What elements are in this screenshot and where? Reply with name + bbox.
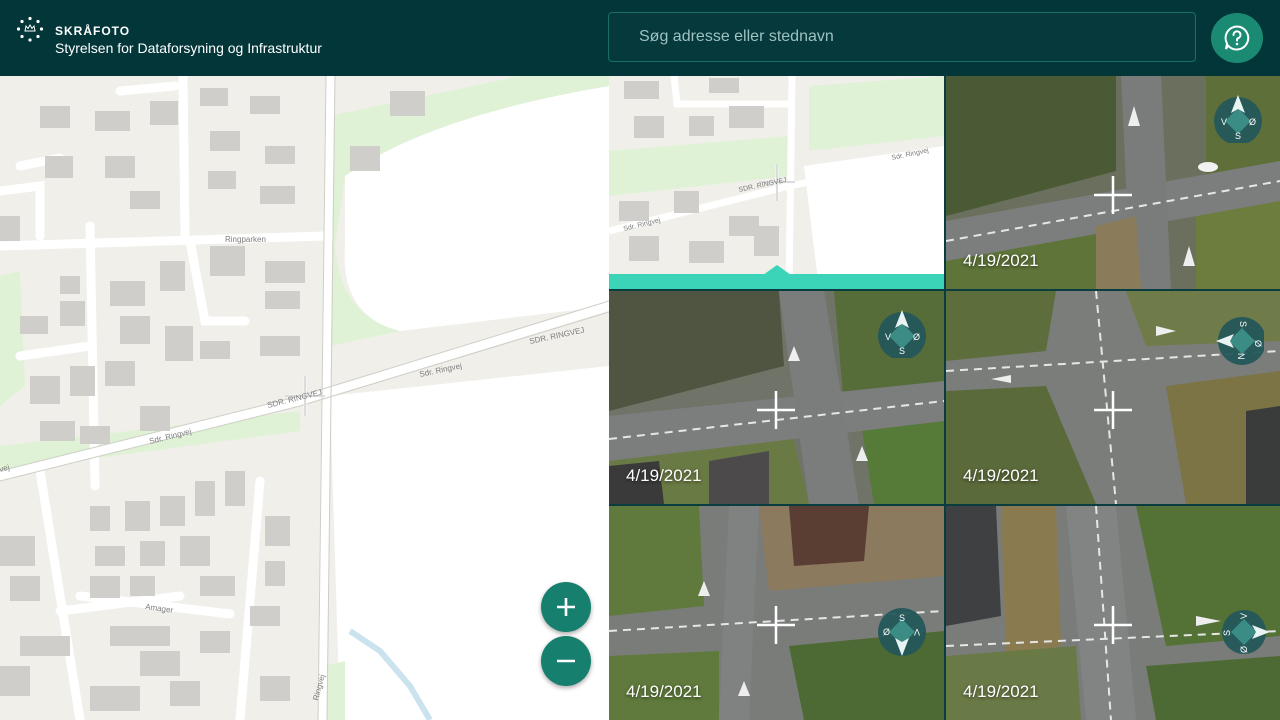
crosshair-icon (1094, 606, 1132, 644)
compass-icon: V Ø S (1214, 95, 1262, 143)
compass-label-north: S (899, 613, 905, 623)
aerial-tile-west[interactable]: S N Ø 4/19/2021 (946, 291, 1280, 504)
compass-label-south: S (899, 346, 905, 356)
zoom-in-button[interactable] (541, 582, 591, 632)
crosshair-icon (757, 606, 795, 644)
help-button[interactable] (1211, 13, 1263, 63)
compass-label-east: N (1236, 353, 1246, 360)
compass-label-south: Ø (1239, 646, 1249, 653)
crosshair-icon (1094, 176, 1132, 214)
capture-date: 4/19/2021 (626, 682, 702, 701)
compass-label-north: V (1239, 613, 1249, 619)
compass-icon: V Ø S (878, 310, 926, 358)
compass-label-west: V (914, 627, 920, 637)
compass-label-west: V (1221, 117, 1227, 127)
aerial-tile-east[interactable]: V Ø S 4/19/2021 (946, 506, 1280, 720)
compass-label-west: V (885, 332, 891, 342)
capture-date: 4/19/2021 (626, 466, 702, 485)
app-title: SKRÅFOTO (55, 24, 131, 38)
selection-indicator-bar (609, 274, 944, 289)
compass-label-south: Ø (1253, 340, 1263, 347)
capture-date: 4/19/2021 (963, 682, 1039, 701)
aerial-tile-south[interactable]: Ø S V 4/19/2021 (609, 506, 944, 720)
compass-label-south: S (1235, 131, 1241, 141)
map-tile[interactable]: Sdr. Ringvej SDR. RINGVEJ Sdr. Ringvej (609, 76, 944, 289)
capture-date: 4/19/2021 (963, 466, 1039, 485)
image-grid: Sdr. Ringvej SDR. RINGVEJ Sdr. Ringvej V… (609, 76, 1280, 720)
organization-subtitle: Styrelsen for Dataforsyning og Infrastru… (55, 40, 322, 56)
address-search-box[interactable] (608, 12, 1196, 62)
question-chat-icon (1224, 25, 1250, 51)
minus-icon (557, 659, 575, 663)
aerial-tile-nadir[interactable]: V Ø S 4/19/2021 (609, 291, 944, 504)
compass-label-east: Ø (913, 332, 920, 342)
compass-label-east: Ø (883, 627, 890, 637)
compass-icon: S N Ø (1216, 317, 1264, 365)
compass-icon: V Ø S (1222, 610, 1270, 654)
zoom-out-button[interactable] (541, 636, 591, 686)
address-search-input[interactable] (609, 13, 1195, 61)
compass-label-east: Ø (1249, 117, 1256, 127)
top-header: SKRÅFOTO Styrelsen for Dataforsyning og … (0, 0, 1280, 76)
map-label-ringparken: Ringparken (225, 235, 266, 244)
compass-label-north: S (1238, 321, 1248, 327)
crosshair-icon (1094, 391, 1132, 429)
capture-date: 4/19/2021 (963, 251, 1039, 270)
crown-dots-logo-icon (16, 16, 44, 42)
aerial-tile-north[interactable]: V Ø S 4/19/2021 (946, 76, 1280, 289)
compass-icon: Ø S V (878, 608, 926, 656)
overview-map[interactable]: Ringparken SDR. RINGVEJ Sdr. Ringvej SDR… (0, 76, 609, 720)
compass-label-west: S (1222, 630, 1232, 636)
crosshair-icon (757, 391, 795, 429)
plus-icon (557, 598, 575, 616)
